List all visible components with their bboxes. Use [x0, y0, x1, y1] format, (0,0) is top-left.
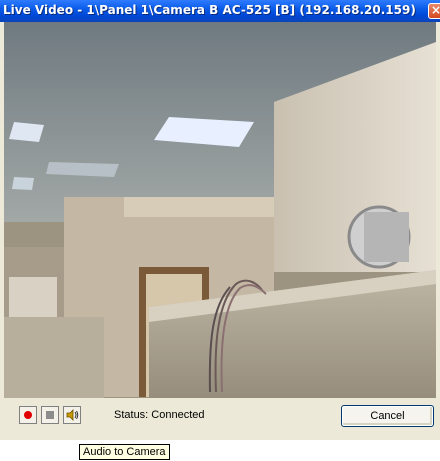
window-title: Live Video - 1\Panel 1\Camera B AC-525 [… [3, 3, 416, 17]
stop-icon [46, 411, 54, 419]
controls-bar: Status: Connected Cancel [4, 400, 436, 432]
record-icon [24, 411, 32, 419]
status-text: Status: Connected [114, 409, 205, 421]
record-button[interactable] [19, 406, 37, 424]
stop-button[interactable] [41, 406, 59, 424]
title-bar[interactable]: Live Video - 1\Panel 1\Camera B AC-525 [… [0, 0, 440, 22]
cancel-button[interactable]: Cancel [341, 405, 434, 427]
audio-tooltip: Audio to Camera [79, 444, 170, 460]
live-video-window: Live Video - 1\Panel 1\Camera B AC-525 [… [0, 0, 440, 440]
close-button[interactable]: × [428, 3, 440, 19]
video-feed [4, 22, 436, 398]
audio-to-camera-button[interactable] [63, 406, 81, 424]
camera-image [4, 22, 436, 398]
speaker-icon [66, 409, 79, 421]
